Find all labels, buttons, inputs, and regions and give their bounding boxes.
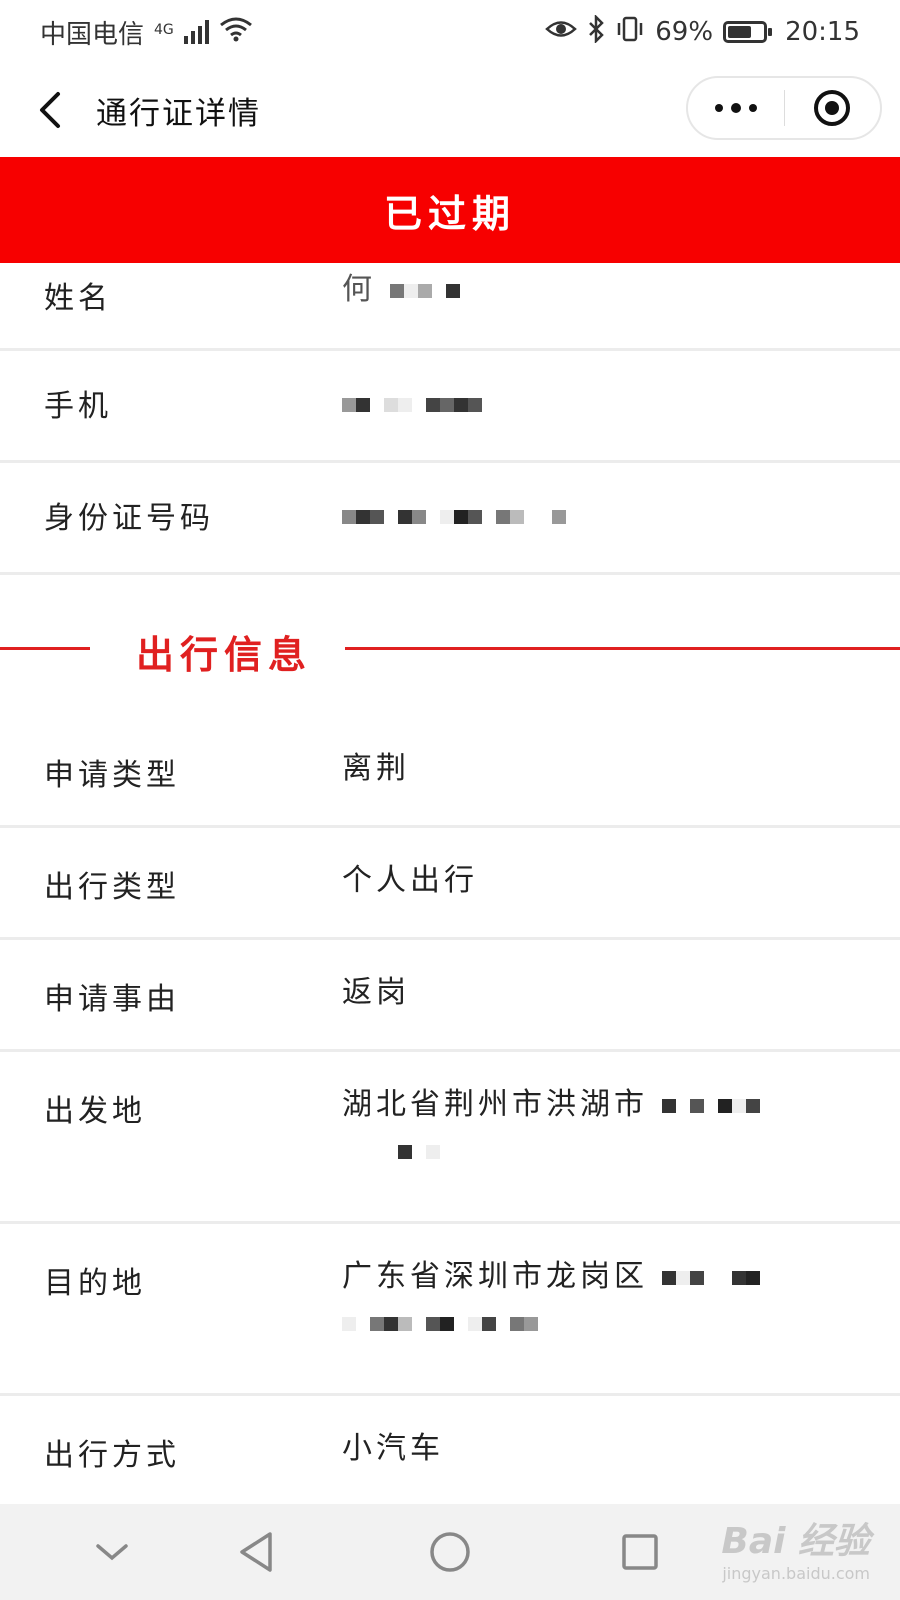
- square-recents-icon: [622, 1534, 658, 1570]
- home-button[interactable]: [426, 1528, 474, 1576]
- mini-program-capsule: [686, 76, 882, 140]
- carrier-name: 中国电信: [40, 19, 145, 50]
- redacted-mosaic: [342, 1144, 440, 1159]
- redacted-mosaic: [342, 509, 566, 524]
- vibrate-icon: [615, 15, 645, 50]
- expired-status: 已过期: [383, 191, 516, 236]
- back-button[interactable]: [232, 1528, 280, 1576]
- row-value: 个人出行: [342, 863, 478, 898]
- circle-home-icon: [430, 1532, 470, 1572]
- info-row-name: 姓名 何: [0, 263, 900, 351]
- battery-icon: [723, 21, 773, 43]
- trip-row-travel-type: 出行类型 个人出行: [0, 828, 900, 940]
- back-arrow-icon[interactable]: [20, 80, 80, 140]
- bluetooth-icon: [587, 13, 605, 50]
- signal-icon: [183, 20, 209, 44]
- trip-row-apply-type: 申请类型 离荆: [0, 716, 900, 828]
- close-mini-program-button[interactable]: [785, 78, 881, 138]
- row-value: 广东省深圳市龙岗区: [342, 1254, 842, 1346]
- row-value: [342, 381, 842, 427]
- info-row-id: 身份证号码: [0, 463, 900, 575]
- row-value: 何: [342, 267, 842, 313]
- section-divider-left: [0, 647, 90, 650]
- trip-row-destination: 目的地 广东省深圳市龙岗区: [0, 1224, 900, 1396]
- clock: 20:15: [785, 17, 860, 47]
- row-value: 返岗: [342, 975, 410, 1010]
- row-label: 出行方式: [44, 1438, 180, 1473]
- section-header: 出行信息: [0, 600, 900, 700]
- hide-keyboard-button[interactable]: [88, 1528, 136, 1576]
- trip-row-transport: 出行方式 小汽车: [0, 1396, 900, 1504]
- watermark-url: jingyan.baidu.com: [722, 1564, 870, 1583]
- nav-bar: 通行证详情: [0, 64, 900, 156]
- redacted-mosaic: [342, 397, 482, 412]
- battery-percent: 69%: [655, 17, 714, 47]
- row-label: 申请事由: [44, 982, 180, 1017]
- eye-icon: [545, 17, 578, 47]
- target-icon: [814, 90, 851, 126]
- chevron-down-icon: [96, 1544, 128, 1561]
- more-menu-button[interactable]: [688, 78, 784, 138]
- status-banner: 已过期: [0, 157, 900, 263]
- destination-value: 广东省深圳市龙岗区: [342, 1259, 648, 1294]
- network-type: 4G: [154, 21, 174, 38]
- redacted-mosaic: [661, 1270, 760, 1285]
- trip-row-reason: 申请事由 返岗: [0, 940, 900, 1052]
- name-value: 何: [342, 272, 376, 307]
- redacted-mosaic: [342, 1316, 538, 1331]
- system-nav-bar: Bai 经验 jingyan.baidu.com: [0, 1504, 900, 1600]
- page-title: 通行证详情: [96, 95, 261, 132]
- row-label: 姓名: [44, 281, 112, 316]
- more-dots-icon: [714, 103, 757, 113]
- wifi-icon: [219, 16, 253, 49]
- recents-button[interactable]: [616, 1528, 664, 1576]
- section-divider-right: [345, 647, 900, 650]
- row-label: 出发地: [44, 1094, 146, 1129]
- row-label: 出行类型: [44, 870, 180, 905]
- row-value: [342, 493, 842, 539]
- status-bar: 中国电信 4G 69% 20:15: [0, 0, 900, 64]
- triangle-back-icon: [240, 1532, 272, 1572]
- trip-row-origin: 出发地 湖北省荆州市洪湖市: [0, 1052, 900, 1224]
- redacted-mosaic: [661, 1098, 760, 1113]
- section-title: 出行信息: [136, 633, 313, 677]
- row-label: 手机: [44, 389, 112, 424]
- row-label: 身份证号码: [44, 501, 214, 536]
- row-label: 目的地: [44, 1266, 146, 1301]
- origin-value: 湖北省荆州市洪湖市: [342, 1087, 648, 1122]
- redacted-mosaic: [389, 283, 460, 298]
- row-value: 离荆: [342, 751, 410, 786]
- info-row-phone: 手机: [0, 351, 900, 463]
- watermark-main: Bai 经验: [721, 1521, 870, 1562]
- baidu-watermark: Bai 经验 jingyan.baidu.com: [721, 1512, 870, 1583]
- row-value: 湖北省荆州市洪湖市: [342, 1082, 842, 1174]
- row-value: 小汽车: [342, 1431, 444, 1466]
- row-label: 申请类型: [44, 758, 180, 793]
